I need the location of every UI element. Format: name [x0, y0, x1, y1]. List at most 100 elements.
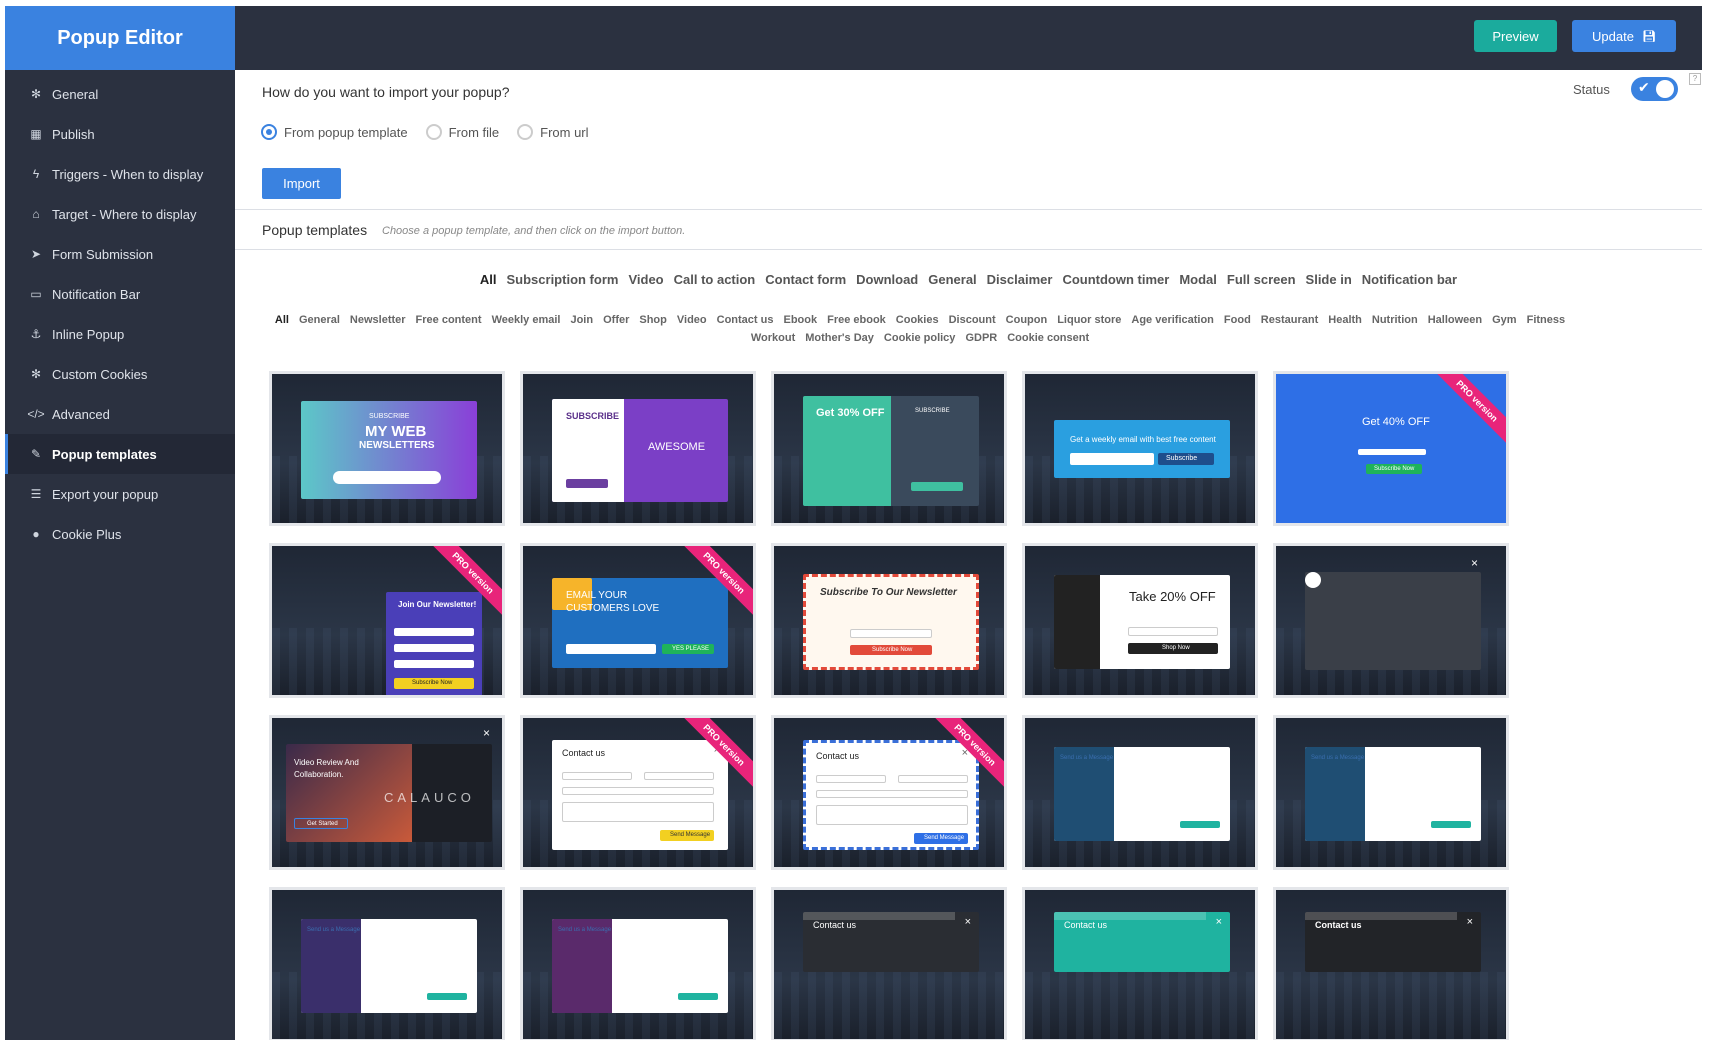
template-card[interactable]: Get 40% OFF Subscribe Now PRO version: [1273, 371, 1509, 526]
tag-coupon[interactable]: Coupon: [1006, 311, 1048, 329]
preview-text: Contact us: [813, 920, 857, 930]
template-card[interactable]: Send us a Message Contact Information ×: [1273, 715, 1509, 870]
sidebar-item-cookie-plus[interactable]: ● Cookie Plus: [5, 514, 235, 554]
preview-text: SUBSCRIBE: [915, 408, 950, 414]
template-card[interactable]: ×: [1273, 543, 1509, 698]
sidebar-item-export-your-popup[interactable]: ☰ Export your popup: [5, 474, 235, 514]
email-field-preview: [850, 629, 932, 638]
credit-card-icon: ▭: [30, 287, 42, 301]
status-toggle[interactable]: ✔: [1631, 77, 1678, 101]
tag-join[interactable]: Join: [570, 311, 593, 329]
tag-gdpr[interactable]: GDPR: [965, 329, 997, 347]
category-general[interactable]: General: [928, 272, 976, 287]
tag-workout[interactable]: Workout: [751, 329, 795, 347]
template-card[interactable]: Contact us ×: [1273, 887, 1509, 1040]
tag-nutrition[interactable]: Nutrition: [1372, 311, 1418, 329]
tag-video[interactable]: Video: [677, 311, 707, 329]
category-modal[interactable]: Modal: [1179, 272, 1217, 287]
tag-cookie-policy[interactable]: Cookie policy: [884, 329, 956, 347]
sidebar-item-popup-templates[interactable]: ✎ Popup templates: [5, 434, 235, 474]
sidebar-item-form-submission[interactable]: ➤ Form Submission: [5, 234, 235, 274]
preview-text: Join Our Newsletter!: [398, 600, 477, 609]
radio-from-popup-template[interactable]: From popup template: [261, 124, 408, 140]
tag-mother-s-day[interactable]: Mother's Day: [805, 329, 874, 347]
category-video[interactable]: Video: [628, 272, 663, 287]
category-notification-bar[interactable]: Notification bar: [1362, 272, 1457, 287]
tag-all[interactable]: All: [275, 311, 289, 329]
sidebar-item-target-where-to-display[interactable]: ⌂ Target - Where to display: [5, 194, 235, 234]
tag-fitness[interactable]: Fitness: [1527, 311, 1566, 329]
popup-preview: Send us a Message Contact Information ×: [1054, 747, 1230, 841]
sidebar-item-triggers-when-to-display[interactable]: ϟ Triggers - When to display: [5, 154, 235, 194]
category-download[interactable]: Download: [856, 272, 918, 287]
category-countdown-timer[interactable]: Countdown timer: [1062, 272, 1169, 287]
tag-weekly-email[interactable]: Weekly email: [492, 311, 561, 329]
sidebar-item-label: Custom Cookies: [52, 366, 148, 382]
template-card[interactable]: Contact us ×: [771, 887, 1007, 1040]
calendar-icon: ▦: [30, 127, 42, 141]
radio-label: From popup template: [284, 124, 408, 140]
category-disclaimer[interactable]: Disclaimer: [987, 272, 1053, 287]
template-card[interactable]: Take 20% OFF Shop Now: [1022, 543, 1258, 698]
category-full-screen[interactable]: Full screen: [1227, 272, 1296, 287]
sidebar-item-notification-bar[interactable]: ▭ Notification Bar: [5, 274, 235, 314]
main-panel: How do you want to import your popup? St…: [235, 70, 1702, 1040]
template-card[interactable]: Send us a Message Contact Information ×: [1022, 715, 1258, 870]
popup-preview: Video Review And Collaboration. Get Starte…: [286, 744, 492, 842]
preview-button: YES PLEASE: [662, 644, 714, 654]
category-subscription-form[interactable]: Subscription form: [507, 272, 619, 287]
template-card[interactable]: Join Our Newsletter! Subscribe Now PRO ver…: [269, 543, 505, 698]
template-card[interactable]: Video Review And Collaboration. Get Starte…: [269, 715, 505, 870]
preview-button[interactable]: Preview: [1474, 20, 1557, 52]
template-card[interactable]: EMAIL YOUR CUSTOMERS LOVE YES PLEASE PRO ve…: [520, 543, 756, 698]
template-card[interactable]: Subscribe To Our Newsletter Subscribe Now: [771, 543, 1007, 698]
tag-discount[interactable]: Discount: [949, 311, 996, 329]
sidebar-item-general[interactable]: ✻ General: [5, 74, 235, 114]
category-all[interactable]: All: [480, 272, 497, 287]
template-card[interactable]: Get 30% OFF SUBSCRIBE: [771, 371, 1007, 526]
tag-halloween[interactable]: Halloween: [1428, 311, 1482, 329]
category-slide-in[interactable]: Slide in: [1306, 272, 1352, 287]
tag-liquor-store[interactable]: Liquor store: [1057, 311, 1121, 329]
template-card[interactable]: SUBSCRIBE MY WEB NEWSLETTERS: [269, 371, 505, 526]
preview-text: Send us a Message: [1060, 755, 1114, 761]
template-card[interactable]: Get a weekly email with best free conten…: [1022, 371, 1258, 526]
sidebar-item-custom-cookies[interactable]: ✻ Custom Cookies: [5, 354, 235, 394]
tag-health[interactable]: Health: [1328, 311, 1362, 329]
template-card[interactable]: Contact usSend Message×PRO version: [520, 715, 756, 870]
radio-from-file[interactable]: From file: [425, 124, 499, 140]
tag-free-ebook[interactable]: Free ebook: [827, 311, 886, 329]
tag-gym[interactable]: Gym: [1492, 311, 1516, 329]
tag-newsletter[interactable]: Newsletter: [350, 311, 406, 329]
popup-preview: Contact us ×: [1305, 912, 1481, 972]
tag-offer[interactable]: Offer: [603, 311, 629, 329]
tag-age-verification[interactable]: Age verification: [1131, 311, 1214, 329]
radio-from-url[interactable]: From url: [517, 124, 589, 140]
tag-contact-us[interactable]: Contact us: [717, 311, 774, 329]
tag-shop[interactable]: Shop: [639, 311, 667, 329]
template-card[interactable]: Send us a Message Contact Information ×: [520, 887, 756, 1040]
sidebar-item-inline-popup[interactable]: ⚓ Inline Popup: [5, 314, 235, 354]
template-card[interactable]: Contact usSend Message×PRO version: [771, 715, 1007, 870]
tag-restaurant[interactable]: Restaurant: [1261, 311, 1318, 329]
help-icon[interactable]: ?: [1689, 73, 1701, 85]
template-card[interactable]: Contact us ×: [1022, 887, 1258, 1040]
sidebar-item-publish[interactable]: ▦ Publish: [5, 114, 235, 154]
sidebar-item-advanced[interactable]: </> Advanced: [5, 394, 235, 434]
template-card[interactable]: Send us a Message Contact Information ×: [269, 887, 505, 1040]
category-contact-form[interactable]: Contact form: [765, 272, 846, 287]
tag-food[interactable]: Food: [1224, 311, 1251, 329]
tag-ebook[interactable]: Ebook: [783, 311, 817, 329]
tag-cookies[interactable]: Cookies: [896, 311, 939, 329]
divider: [235, 209, 1702, 210]
preview-text: Send us a Message: [1311, 755, 1365, 761]
tag-free-content[interactable]: Free content: [416, 311, 482, 329]
tag-cookie-consent[interactable]: Cookie consent: [1007, 329, 1089, 347]
category-call-to-action[interactable]: Call to action: [674, 272, 756, 287]
import-button[interactable]: Import: [262, 168, 341, 199]
template-card[interactable]: SUBSCRIBE AWESOME: [520, 371, 756, 526]
update-button[interactable]: Update 💾︎: [1572, 20, 1676, 52]
close-icon: ×: [720, 921, 725, 930]
preview-text: Contact us: [1315, 920, 1362, 930]
tag-general[interactable]: General: [299, 311, 340, 329]
